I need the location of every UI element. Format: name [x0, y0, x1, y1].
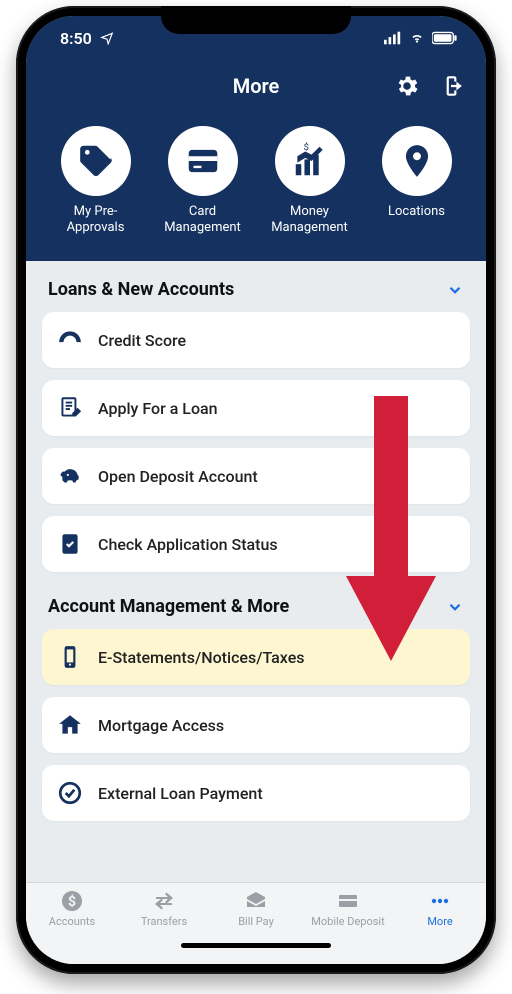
check-icon [335, 889, 361, 913]
section-loans-header[interactable]: Loans & New Accounts [26, 261, 486, 312]
document-edit-icon [57, 395, 83, 421]
svg-text:$: $ [303, 142, 308, 153]
status-time: 8:50 [60, 29, 92, 48]
svg-text:$: $ [68, 893, 76, 910]
quick-label: Card Management [153, 204, 253, 235]
tab-label: Bill Pay [238, 915, 274, 928]
item-label: Open Deposit Account [98, 467, 258, 486]
page-title: More [233, 74, 280, 98]
section-account-mgmt-header[interactable]: Account Management & More [26, 572, 486, 629]
envelope-icon [243, 889, 269, 913]
tab-accounts[interactable]: $ Accounts [26, 889, 118, 928]
signal-icon [384, 31, 402, 45]
quick-pre-approvals[interactable]: My Pre-Approvals [44, 126, 147, 235]
logout-icon[interactable] [438, 73, 464, 99]
quick-label: My Pre-Approvals [46, 204, 146, 235]
item-label: Mortgage Access [98, 716, 224, 735]
section-title: Loans & New Accounts [48, 279, 234, 300]
quick-label: Money Management [260, 204, 360, 235]
item-credit-score[interactable]: Credit Score [42, 312, 470, 368]
item-e-statements[interactable]: E-Statements/Notices/Taxes [42, 629, 470, 685]
home-indicator [181, 943, 331, 948]
item-label: External Loan Payment [98, 784, 263, 803]
tab-bar: $ Accounts Transfers Bill Pay Mobile Dep… [26, 882, 486, 964]
settings-icon[interactable] [394, 73, 420, 99]
screen: 8:50 More My Pre-Approvals [26, 16, 486, 964]
check-circle-icon [57, 780, 83, 806]
item-check-status[interactable]: Check Application Status [42, 516, 470, 572]
tag-icon [77, 142, 115, 180]
gauge-icon [57, 327, 83, 353]
item-apply-loan[interactable]: Apply For a Loan [42, 380, 470, 436]
tab-more[interactable]: More [394, 889, 486, 928]
phone-frame: 8:50 More My Pre-Approvals [16, 6, 496, 974]
more-dots-icon [427, 889, 453, 913]
quick-locations[interactable]: Locations [365, 126, 468, 235]
content: Loans & New Accounts Credit Score Apply … [26, 261, 486, 882]
item-mortgage-access[interactable]: Mortgage Access [42, 697, 470, 753]
wifi-icon [408, 31, 426, 45]
battery-icon [432, 31, 458, 45]
transfer-icon [151, 889, 177, 913]
location-arrow-icon [98, 31, 116, 45]
header: More My Pre-Approvals Card Management $ [26, 60, 486, 261]
tab-label: Transfers [141, 915, 187, 928]
tab-transfers[interactable]: Transfers [118, 889, 210, 928]
chevron-down-icon [446, 598, 464, 616]
tab-label: Mobile Deposit [311, 915, 384, 928]
item-label: E-Statements/Notices/Taxes [98, 648, 305, 667]
pin-icon [398, 142, 436, 180]
tab-label: Accounts [49, 915, 95, 928]
tab-bill-pay[interactable]: Bill Pay [210, 889, 302, 928]
item-label: Credit Score [98, 331, 186, 350]
section-title: Account Management & More [48, 596, 289, 617]
quick-money-management[interactable]: $ Money Management [258, 126, 361, 235]
item-label: Apply For a Loan [98, 399, 218, 418]
piggy-bank-icon [57, 463, 83, 489]
tab-mobile-deposit[interactable]: Mobile Deposit [302, 889, 394, 928]
item-external-loan-payment[interactable]: External Loan Payment [42, 765, 470, 821]
item-open-deposit[interactable]: Open Deposit Account [42, 448, 470, 504]
home-icon [57, 712, 83, 738]
chevron-down-icon [446, 281, 464, 299]
clipboard-check-icon [57, 531, 83, 557]
quick-label: Locations [388, 204, 445, 220]
dollar-circle-icon: $ [59, 889, 85, 913]
tab-label: More [427, 915, 452, 928]
item-label: Check Application Status [98, 535, 278, 554]
quick-card-management[interactable]: Card Management [151, 126, 254, 235]
phone-doc-icon [57, 644, 83, 670]
card-icon [184, 142, 222, 180]
chart-icon: $ [291, 142, 329, 180]
notch [161, 6, 351, 34]
